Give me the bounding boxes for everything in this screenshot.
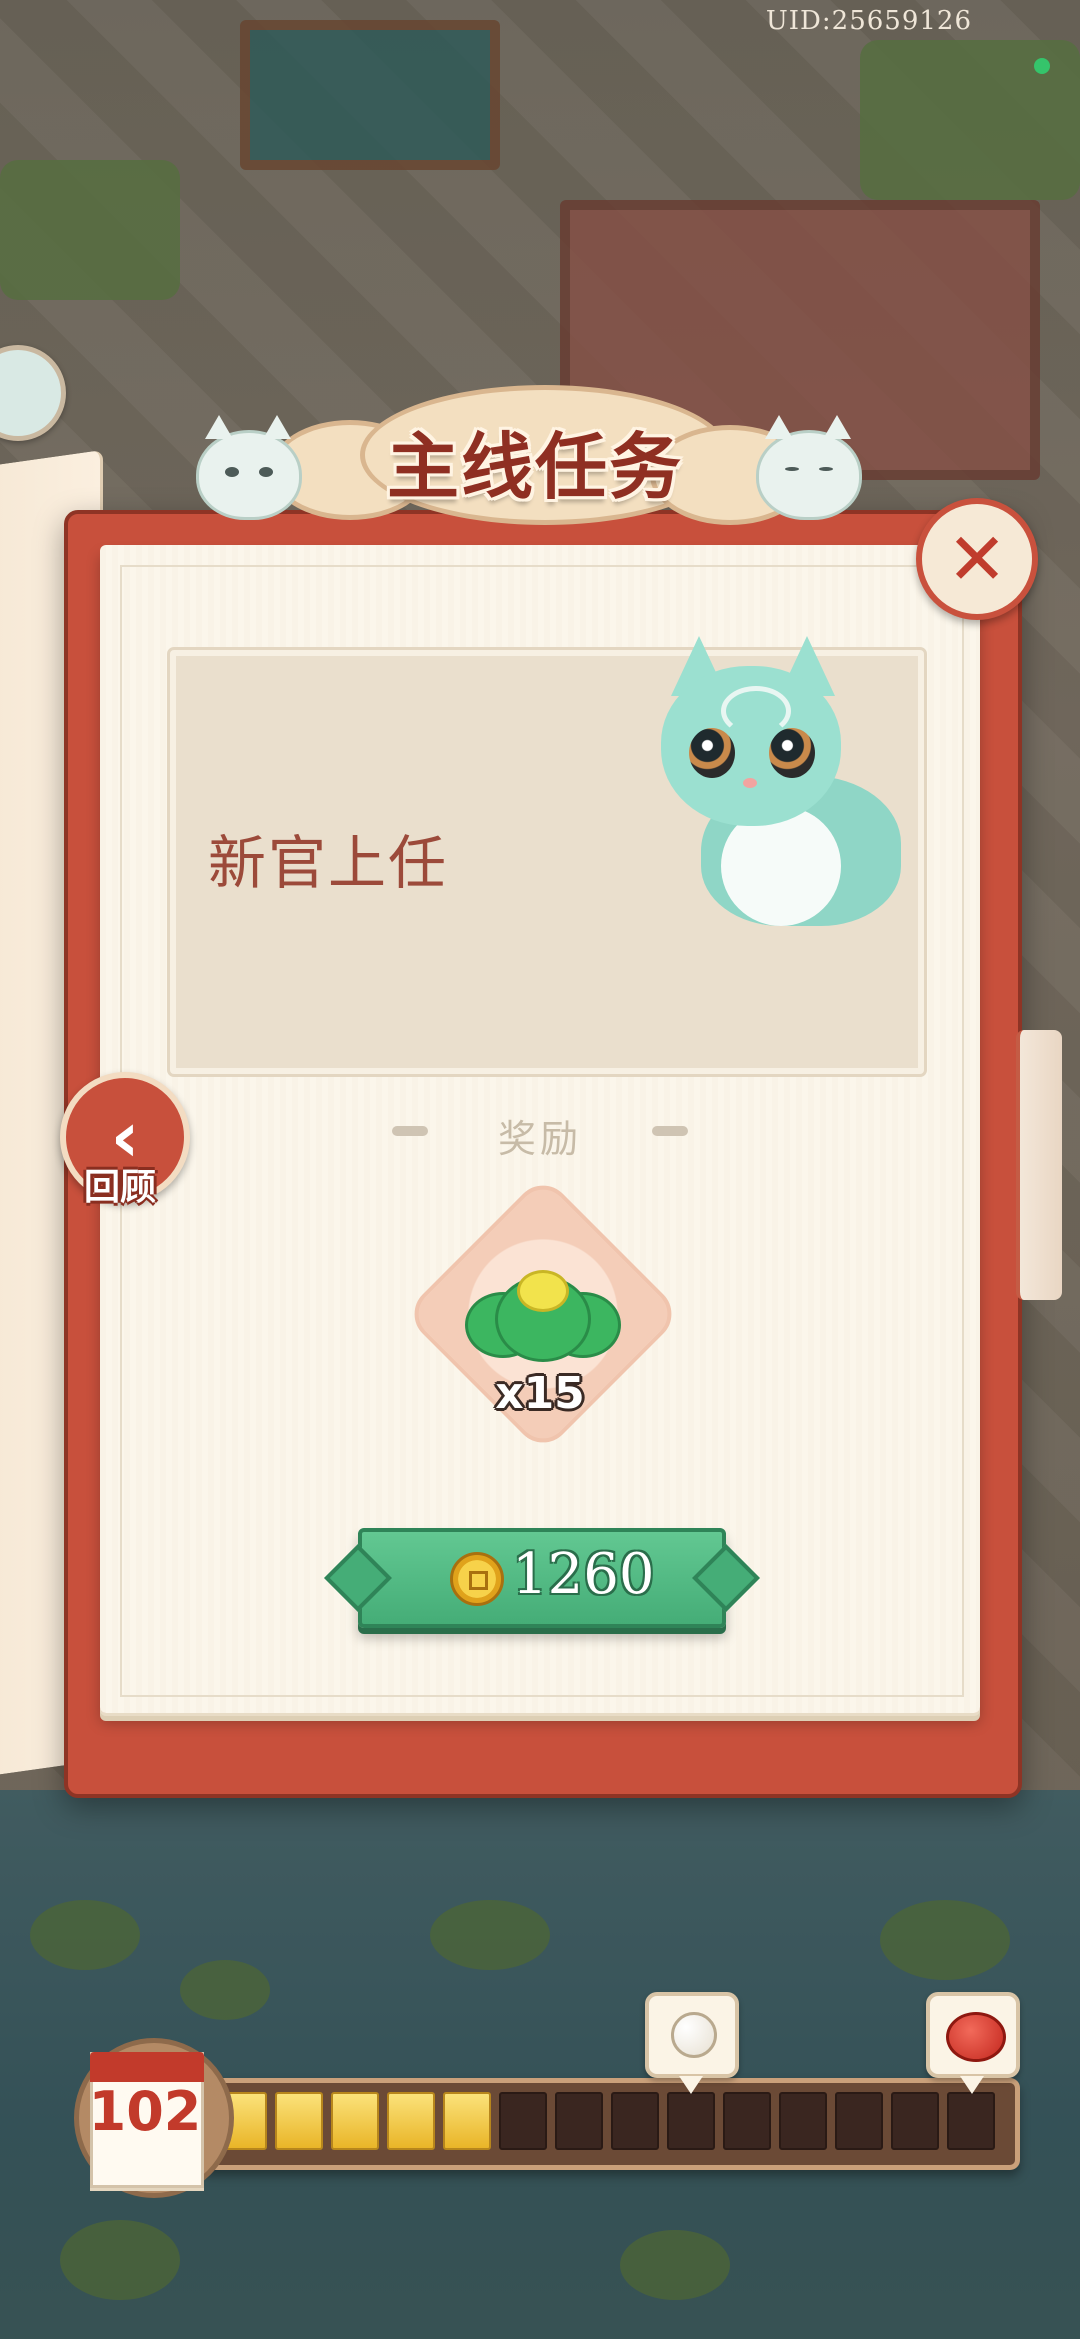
status-dot xyxy=(1034,58,1050,74)
progress-segment-empty xyxy=(499,2092,547,2150)
reward-count: x15 xyxy=(495,1368,585,1419)
progress-segment-filled xyxy=(275,2092,323,2150)
progress-segment-filled xyxy=(331,2092,379,2150)
progress-segment-empty xyxy=(835,2092,883,2150)
cost-value: 1260 xyxy=(512,1542,655,1607)
uid-label: UID:25659126 xyxy=(765,6,972,36)
milestone-reward-cotton[interactable] xyxy=(645,1992,739,2094)
progress-segment-empty xyxy=(891,2092,939,2150)
progress-segment-empty xyxy=(667,2092,715,2150)
progress-segment-filled xyxy=(443,2092,491,2150)
progress-segment-empty xyxy=(947,2092,995,2150)
milestone-reward-seal[interactable] xyxy=(926,1992,1020,2094)
progress-segment-empty xyxy=(723,2092,771,2150)
progress-segment-filled xyxy=(387,2092,435,2150)
close-button[interactable]: ✕ xyxy=(916,498,1038,620)
teal-cat-illustration xyxy=(631,636,911,936)
progress-segment-empty xyxy=(611,2092,659,2150)
mascot-cat-left-icon xyxy=(196,415,302,520)
close-icon: ✕ xyxy=(946,517,1008,601)
bookmark-ribbon xyxy=(1016,1030,1062,1300)
task-name: 新官上任 xyxy=(208,829,449,897)
cotton-icon xyxy=(671,2012,717,2058)
jade-cloud-icon xyxy=(465,1262,621,1362)
day-progress-bar xyxy=(200,2078,1020,2170)
title-banner: 主线任务 xyxy=(270,380,810,530)
reward-ornament-right xyxy=(652,1126,688,1136)
calendar-header xyxy=(90,2052,204,2082)
progress-segment-empty xyxy=(555,2092,603,2150)
coin-icon xyxy=(450,1552,504,1606)
day-counter: 102 xyxy=(88,2080,202,2143)
red-seal-icon xyxy=(946,2012,1006,2062)
complete-task-button[interactable]: 1260 xyxy=(324,1528,760,1628)
task-card: 新官上任 xyxy=(167,636,927,1077)
dialog-title: 主线任务 xyxy=(386,424,683,509)
mascot-cat-right-icon xyxy=(756,415,862,520)
progress-segment-empty xyxy=(779,2092,827,2150)
review-label: 回顾 xyxy=(83,1166,156,1208)
